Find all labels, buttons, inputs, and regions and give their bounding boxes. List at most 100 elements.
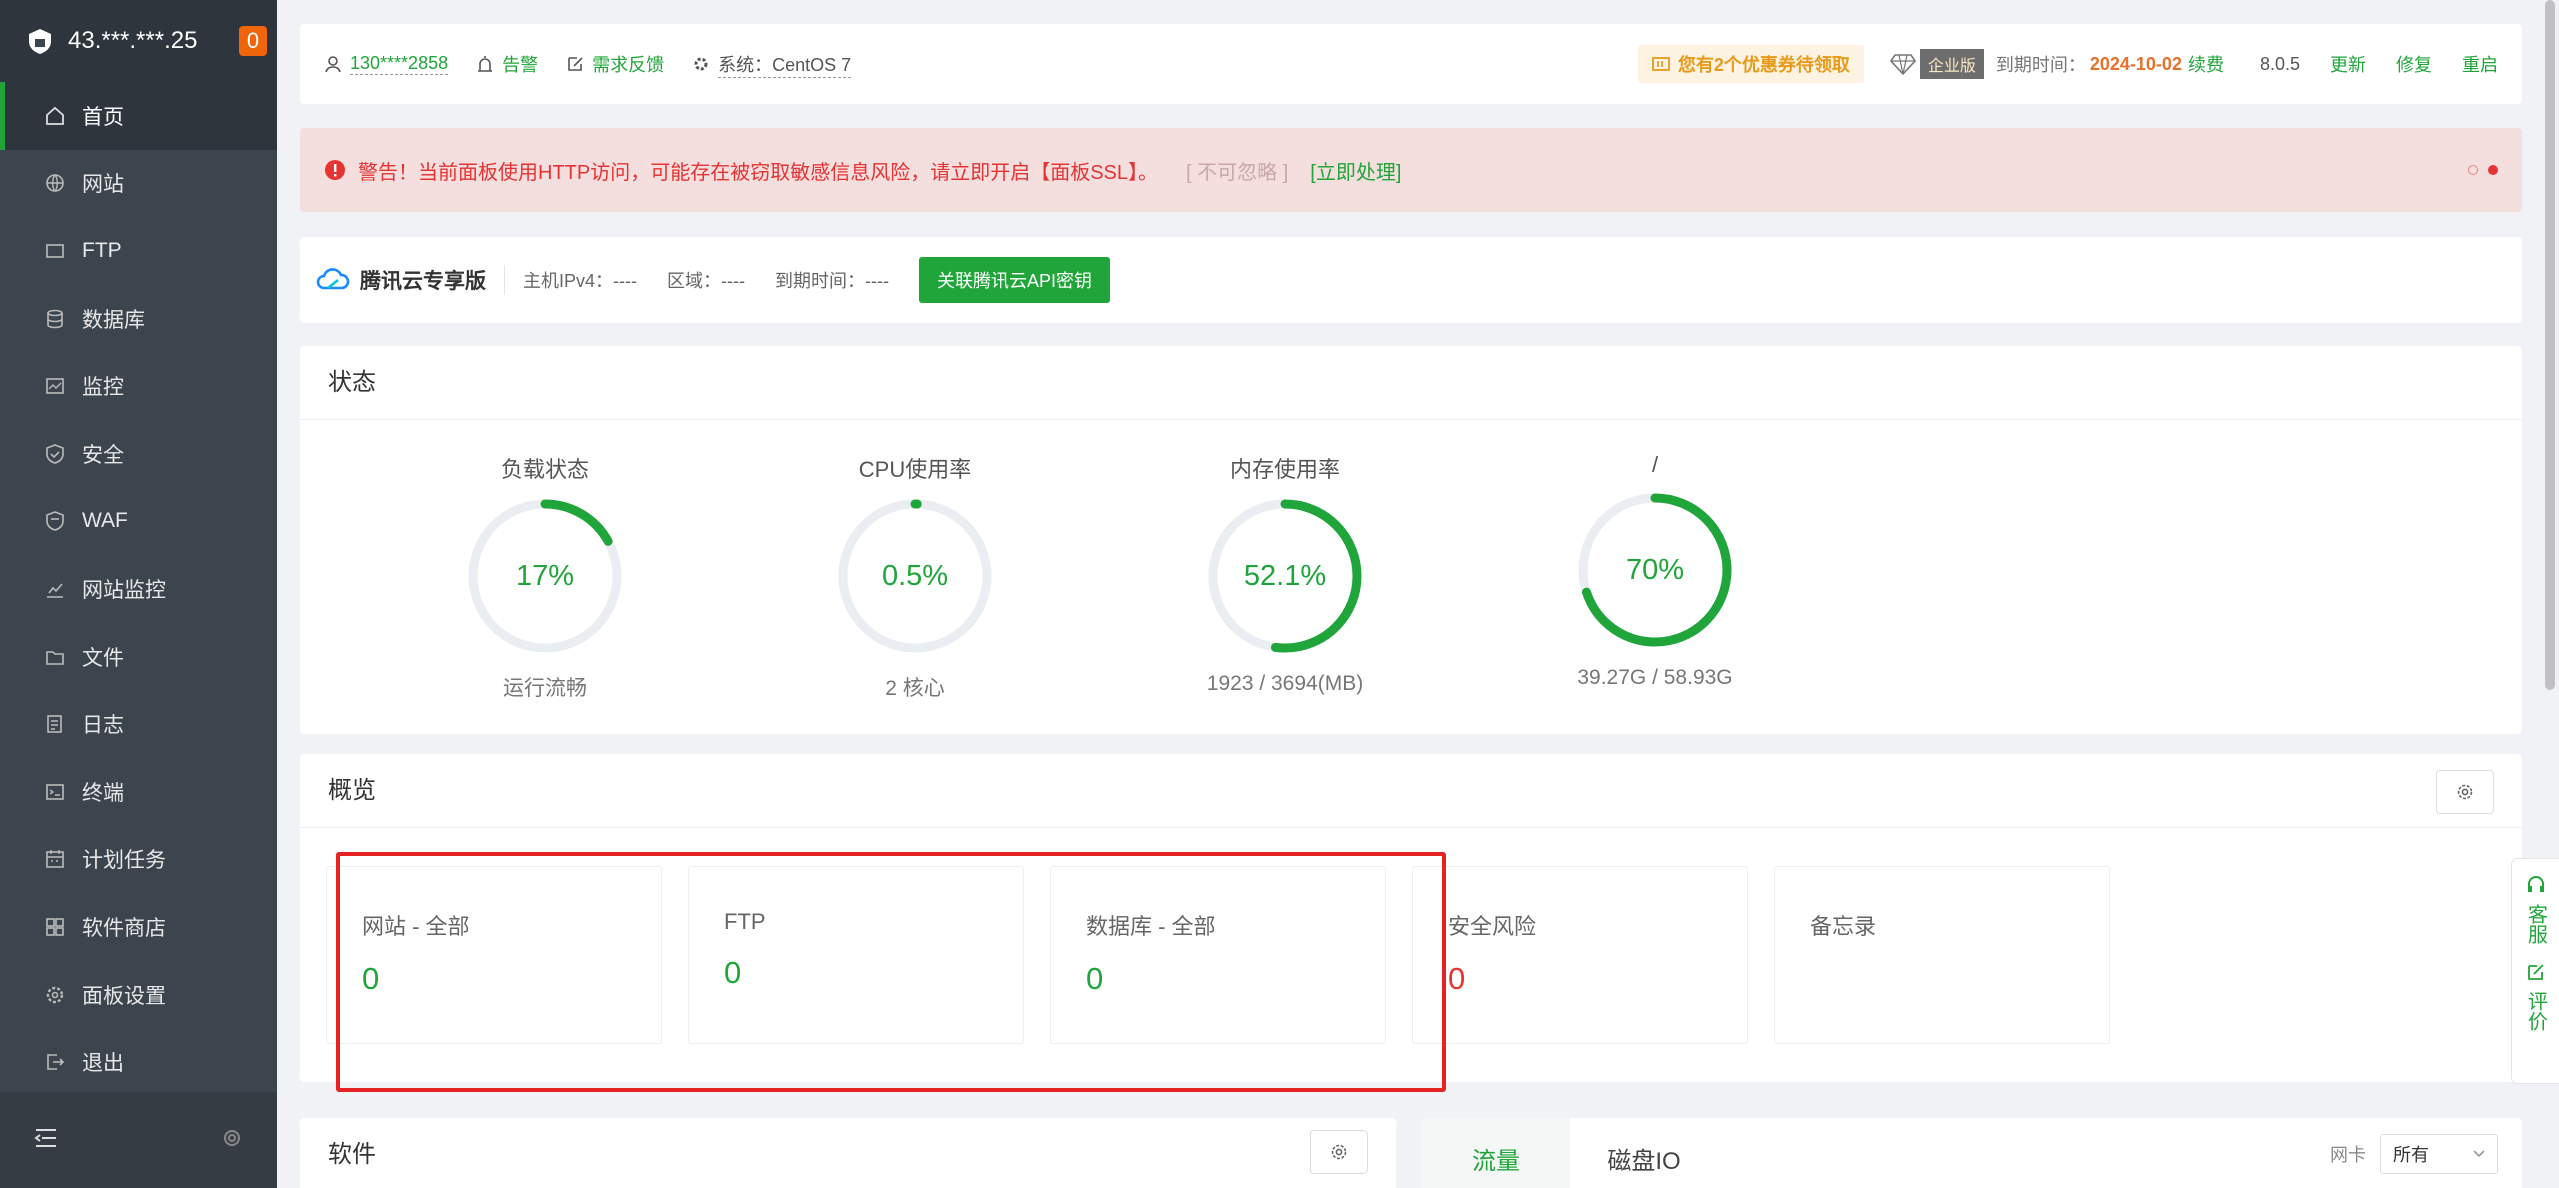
chevron-down-icon	[2473, 1150, 2485, 1158]
sidebar-item-label: 软件商店	[82, 916, 166, 940]
sidebar-item-label: 终端	[82, 781, 124, 805]
floating-toolbar: 客服 评价	[2511, 858, 2559, 1084]
gear-icon	[44, 984, 66, 1006]
service-label: 客服	[2524, 904, 2547, 944]
sidebar-item-1[interactable]: 网站	[0, 150, 277, 218]
page-scrollbar[interactable]	[2545, 0, 2555, 690]
sidebar-item-label: 面板设置	[82, 984, 166, 1008]
settings-gear-icon[interactable]	[221, 1127, 243, 1154]
tab-disk-io[interactable]: 磁盘IO	[1570, 1118, 1718, 1188]
gauge-0[interactable]: 负载状态 17% 运行流畅	[360, 420, 730, 702]
handle-now-link[interactable]: [立即处理]	[1310, 156, 1401, 185]
tencent-expire: 到期时间：----	[774, 271, 889, 291]
edit-icon	[566, 55, 584, 73]
system-label: 系统：CentOS 7	[718, 51, 852, 78]
sidebar-item-2[interactable]: FTP	[0, 217, 277, 285]
rate-button[interactable]: 评价	[2525, 962, 2547, 1031]
overview-box-4[interactable]: 备忘录	[1774, 866, 2110, 1044]
gauge-3[interactable]: / 70% 39.27G / 58.93G	[1470, 420, 1840, 702]
user-account-link[interactable]: 130****2858	[324, 53, 449, 75]
alarm-link[interactable]: 告警	[476, 51, 538, 77]
coupon-label: 您有2个优惠券待领取	[1677, 55, 1850, 75]
sidebar: 43.***.***.25 0 首页网站 FTP 数据库监控安全 WAF 网站监控文件日…	[0, 0, 277, 1188]
gauge-2[interactable]: 内存使用率 52.1% 1923 / 3694(MB)	[1100, 420, 1470, 702]
sidebar-item-6[interactable]: WAF	[0, 488, 277, 556]
software-panel: 软件	[300, 1118, 1396, 1188]
sidebar-item-label: 监控	[82, 376, 124, 400]
gauge-title: /	[1651, 452, 1659, 477]
ssl-warning-banner: 警告！当前面板使用HTTP访问，可能存在被窃取敏感信息风险，请立即开启【面板SS…	[300, 128, 2522, 212]
notification-badge[interactable]: 0	[239, 26, 267, 56]
collapse-icon[interactable]	[34, 1127, 58, 1154]
monitor-icon	[44, 375, 66, 397]
cog-icon	[692, 55, 710, 73]
warning-icon	[324, 159, 346, 181]
restart-link[interactable]: 重启	[2462, 51, 2498, 77]
overview-label: 备忘录	[1810, 914, 1877, 939]
nic-value: 所有	[2393, 1145, 2429, 1165]
gear-icon	[2455, 782, 2475, 802]
overview-label: 安全风险	[1448, 914, 1537, 939]
rate-label: 评价	[2524, 991, 2547, 1031]
main-content: 130****2858 告警 需求反馈 系统：CentOS 7 您有2个优惠券待…	[277, 0, 2559, 1188]
overview-settings-button[interactable]	[2436, 770, 2494, 814]
customer-service-button[interactable]: 客服	[2525, 875, 2547, 944]
diamond-icon	[1889, 53, 1916, 75]
gauge-ring: 17%	[463, 494, 627, 658]
sidebar-item-4[interactable]: 监控	[0, 352, 277, 420]
link-api-key-button[interactable]: 关联腾讯云API密钥	[918, 257, 1110, 303]
host-ipv4: 主机IPv4：----	[523, 271, 637, 291]
sidebar-item-label: 首页	[82, 105, 124, 129]
sidebar-footer	[0, 1092, 277, 1188]
system-info: 系统：CentOS 7	[692, 51, 852, 78]
sidebar-item-11[interactable]: 计划任务	[0, 826, 277, 894]
headset-icon	[2526, 875, 2546, 900]
sidebar-item-0[interactable]: 首页	[0, 82, 277, 150]
nic-select[interactable]: 所有	[2380, 1134, 2498, 1174]
logout-icon	[44, 1051, 66, 1073]
sidebar-item-label: 文件	[82, 646, 124, 670]
tab-traffic[interactable]: 流量	[1422, 1118, 1570, 1188]
edition-info: 企业版 到期时间： 2024-10-02 续费	[1889, 49, 2224, 79]
cloud-icon	[316, 268, 352, 292]
overview-panel: 概览 网站 - 全部 0 FTP 0 数据库 - 全部 0 安全风险 0 备忘录	[300, 754, 2522, 1092]
sidebar-item-3[interactable]: 数据库	[0, 285, 277, 353]
repair-link[interactable]: 修复	[2396, 51, 2432, 77]
bt-logo-icon	[26, 27, 54, 55]
sidebar-item-5[interactable]: 安全	[0, 420, 277, 488]
sidebar-item-13[interactable]: 面板设置	[0, 961, 277, 1029]
edition-tag: 企业版	[1919, 49, 1984, 79]
gauge-ring: 0.5%	[833, 494, 997, 658]
sidebar-item-10[interactable]: 终端	[0, 758, 277, 826]
sidebar-header: 43.***.***.25 0	[0, 0, 277, 82]
pager-dot-active[interactable]	[2488, 165, 2498, 175]
sidebar-item-14[interactable]: 退出	[0, 1028, 277, 1096]
gauge-subtitle: 39.27G / 58.93G	[1577, 666, 1733, 689]
gauge-ring: 70%	[1573, 488, 1737, 652]
gauge-1[interactable]: CPU使用率 0.5% 2 核心	[730, 420, 1100, 702]
sidebar-item-7[interactable]: 网站监控	[0, 555, 277, 623]
globe-icon	[44, 172, 66, 194]
update-link[interactable]: 更新	[2330, 51, 2366, 77]
top-bar: 130****2858 告警 需求反馈 系统：CentOS 7 您有2个优惠券待…	[300, 24, 2522, 104]
sidebar-item-9[interactable]: 日志	[0, 690, 277, 758]
overview-box-3[interactable]: 安全风险 0	[1412, 866, 1748, 1044]
software-settings-button[interactable]	[1310, 1130, 1368, 1174]
log-icon	[44, 713, 66, 735]
expire-date: 2024-10-02	[2089, 53, 2182, 74]
terminal-icon	[44, 781, 66, 803]
renew-link[interactable]: 续费	[2188, 51, 2224, 77]
sidebar-item-label: FTP	[82, 238, 122, 262]
gauge-title: CPU使用率	[858, 457, 972, 482]
sidebar-item-label: WAF	[82, 509, 128, 533]
user-account: 130****2858	[350, 53, 449, 75]
panel-version: 8.0.5	[2259, 53, 2300, 74]
sidebar-item-12[interactable]: 软件商店	[0, 893, 277, 961]
pager-dot[interactable]	[2468, 165, 2478, 175]
tencent-cloud-logo: 腾讯云专享版	[316, 265, 505, 295]
feedback-link[interactable]: 需求反馈	[566, 51, 664, 77]
sidebar-item-8[interactable]: 文件	[0, 623, 277, 691]
ftp-icon	[44, 240, 66, 262]
coupon-button[interactable]: 您有2个优惠券待领取	[1637, 45, 1864, 83]
warning-text: 警告！当前面板使用HTTP访问，可能存在被窃取敏感信息风险，请立即开启【面板SS…	[358, 161, 1159, 184]
